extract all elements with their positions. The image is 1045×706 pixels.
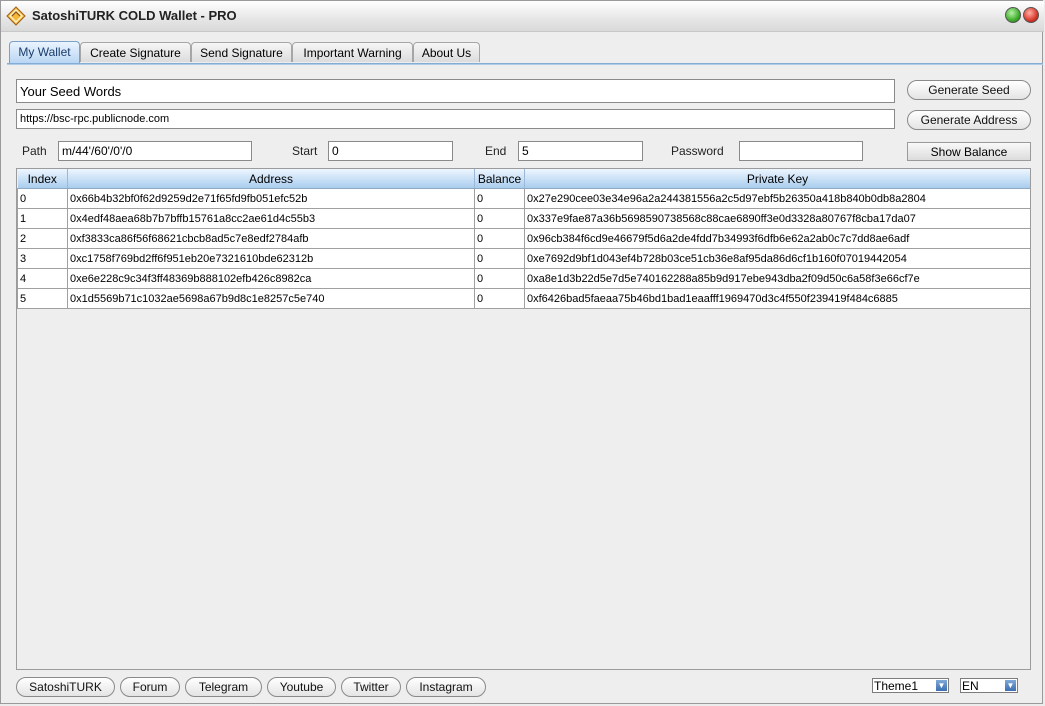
cell-address: 0x66b4b32bf0f62d9259d2e71f65fd9fb051efc5… [67, 188, 475, 209]
cell-private-key: 0x27e290cee03e34e96a2a244381556a2c5d97eb… [524, 188, 1030, 209]
cell-index: 2 [17, 228, 68, 249]
cell-private-key: 0xa8e1d3b22d5e7d5e740162288a85b9d917ebe9… [524, 268, 1030, 289]
cell-private-key: 0xe7692d9bf1d043ef4b728b03ce51cb36e8af95… [524, 248, 1030, 269]
window-title: SatoshiTURK COLD Wallet - PRO [32, 8, 237, 23]
cell-balance: 0 [474, 228, 525, 249]
dropdown-arrow-icon: ▼ [1005, 680, 1016, 691]
tab-my-wallet[interactable]: My Wallet [9, 41, 80, 63]
cell-balance: 0 [474, 208, 525, 229]
rpc-url-input[interactable] [16, 109, 895, 129]
start-label: Start [292, 144, 318, 158]
end-label: End [485, 144, 507, 158]
path-label: Path [22, 144, 47, 158]
column-header-address[interactable]: Address [67, 169, 475, 189]
cell-address: 0xf3833ca86f56f68621cbcb8ad5c7e8edf2784a… [67, 228, 475, 249]
cell-index: 5 [17, 288, 68, 309]
tab-about-us[interactable]: About Us [413, 42, 480, 62]
start-input[interactable] [328, 141, 453, 161]
tab-underline [7, 63, 1043, 65]
path-input[interactable] [58, 141, 252, 161]
language-select[interactable]: EN ▼ [960, 678, 1018, 693]
cell-address: 0x1d5569b71c1032ae5698a67b9d8c1e8257c5e7… [67, 288, 475, 309]
satoshiturk-link-button[interactable]: SatoshiTURK [16, 677, 115, 697]
cell-private-key: 0x337e9fae87a36b5698590738568c88cae6890f… [524, 208, 1030, 229]
column-header-index[interactable]: Index [17, 169, 68, 189]
column-header-balance[interactable]: Balance [474, 169, 525, 189]
maximize-button[interactable] [1005, 7, 1021, 23]
telegram-link-button[interactable]: Telegram [185, 677, 262, 697]
cell-balance: 0 [474, 288, 525, 309]
cell-index: 4 [17, 268, 68, 289]
dropdown-arrow-icon: ▼ [936, 680, 947, 691]
tab-create-signature[interactable]: Create Signature [80, 42, 191, 62]
theme-select[interactable]: Theme1 ▼ [872, 678, 949, 693]
cell-index: 1 [17, 208, 68, 229]
table-row[interactable]: 5 0x1d5569b71c1032ae5698a67b9d8c1e8257c5… [17, 288, 1030, 309]
youtube-link-button[interactable]: Youtube [267, 677, 336, 697]
cell-balance: 0 [474, 188, 525, 209]
twitter-link-button[interactable]: Twitter [341, 677, 401, 697]
title-bar: SatoshiTURK COLD Wallet - PRO [1, 1, 1044, 32]
instagram-link-button[interactable]: Instagram [406, 677, 486, 697]
generate-address-button[interactable]: Generate Address [907, 110, 1031, 130]
cell-private-key: 0xf6426bad5faeaa75b46bd1bad1eaafff196947… [524, 288, 1030, 309]
seed-words-input[interactable] [16, 79, 895, 103]
tab-send-signature[interactable]: Send Signature [191, 42, 292, 62]
cell-balance: 0 [474, 248, 525, 269]
generate-seed-button[interactable]: Generate Seed [907, 80, 1031, 100]
tab-important-warning[interactable]: Important Warning [292, 42, 413, 62]
show-balance-button[interactable]: Show Balance [907, 142, 1031, 161]
cell-private-key: 0x96cb384f6cd9e46679f5d6a2de4fdd7b34993f… [524, 228, 1030, 249]
table-row[interactable]: 1 0x4edf48aea68b7b7bffb15761a8cc2ae61d4c… [17, 208, 1030, 229]
password-input[interactable] [739, 141, 863, 161]
app-window: SatoshiTURK COLD Wallet - PRO My Wallet … [0, 0, 1044, 704]
cell-index: 0 [17, 188, 68, 209]
cell-index: 3 [17, 248, 68, 269]
diamond-logo-icon [6, 6, 26, 26]
table-row[interactable]: 2 0xf3833ca86f56f68621cbcb8ad5c7e8edf278… [17, 228, 1030, 249]
forum-link-button[interactable]: Forum [120, 677, 180, 697]
table-row[interactable]: 3 0xc1758f769bd2ff6f951eb20e7321610bde62… [17, 248, 1030, 269]
cell-address: 0xc1758f769bd2ff6f951eb20e7321610bde6231… [67, 248, 475, 269]
cell-address: 0xe6e228c9c34f3ff48369b888102efb426c8982… [67, 268, 475, 289]
password-label: Password [671, 144, 724, 158]
table-header-row: Index Address Balance Private Key [17, 169, 1030, 189]
table-row[interactable]: 4 0xe6e228c9c34f3ff48369b888102efb426c89… [17, 268, 1030, 289]
language-select-value: EN [962, 679, 979, 693]
theme-select-value: Theme1 [874, 679, 919, 693]
table-row[interactable]: 0 0x66b4b32bf0f62d9259d2e71f65fd9fb051ef… [17, 188, 1030, 209]
cell-balance: 0 [474, 268, 525, 289]
column-header-private-key[interactable]: Private Key [524, 169, 1030, 189]
close-button[interactable] [1023, 7, 1039, 23]
address-table[interactable]: Index Address Balance Private Key 0 0x66… [16, 168, 1031, 670]
end-input[interactable] [518, 141, 643, 161]
cell-address: 0x4edf48aea68b7b7bffb15761a8cc2ae61d4c55… [67, 208, 475, 229]
